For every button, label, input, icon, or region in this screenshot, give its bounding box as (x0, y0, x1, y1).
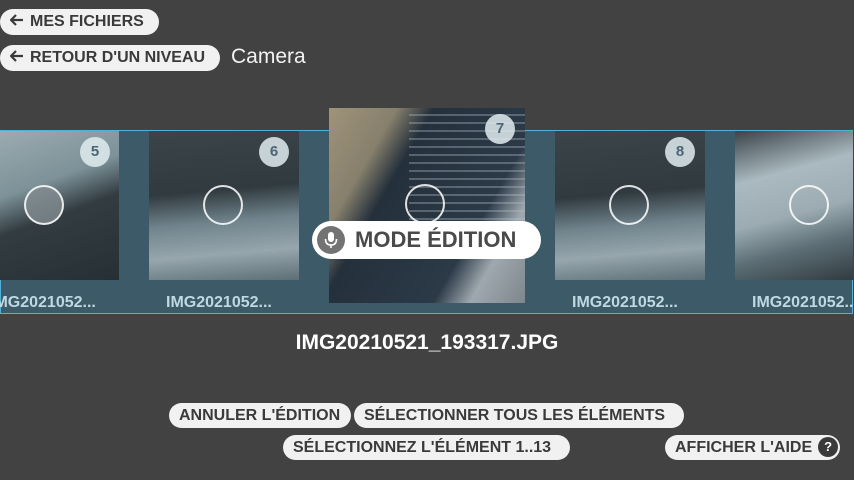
up-one-level-label: RETOUR D'UN NIVEAU (30, 49, 206, 66)
select-range-button[interactable]: SÉLECTIONNEZ L'ÉLÉMENT 1..13 (283, 435, 570, 460)
item-index-badge: 8 (665, 137, 695, 167)
thumbnail-caption: IMG2021052... (166, 294, 272, 311)
show-help-button[interactable]: AFFICHER L'AIDE? (665, 435, 840, 460)
select-all-button[interactable]: SÉLECTIONNER TOUS LES ÉLÉMENTS (354, 403, 684, 428)
current-folder-title: Camera (231, 45, 306, 68)
selection-circle[interactable] (203, 185, 243, 225)
item-index-badge: 7 (485, 114, 515, 144)
selected-filename: IMG20210521_193317.JPG (295, 331, 559, 354)
microphone-icon (317, 226, 345, 254)
thumbnail-caption: IMG2021052... (572, 294, 678, 311)
my-files-label: MES FICHIERS (30, 13, 144, 30)
selection-circle[interactable] (405, 184, 445, 224)
show-help-label: AFFICHER L'AIDE (675, 439, 813, 456)
cancel-edit-label: ANNULER L'ÉDITION (179, 407, 341, 424)
arrow-left-icon (9, 45, 24, 71)
help-icon: ? (818, 436, 839, 457)
selection-circle[interactable] (24, 185, 64, 225)
item-index-badge: 5 (80, 137, 110, 167)
edit-mode-label: MODE ÉDITION (355, 227, 517, 252)
select-range-label: SÉLECTIONNEZ L'ÉLÉMENT 1..13 (293, 439, 552, 456)
thumbnail-caption: IMG2021052... (0, 294, 96, 311)
my-files-button[interactable]: MES FICHIERS (0, 9, 159, 35)
select-all-label: SÉLECTIONNER TOUS LES ÉLÉMENTS (364, 407, 666, 424)
arrow-left-icon (9, 9, 24, 35)
edit-mode-indicator: MODE ÉDITION (312, 221, 541, 259)
thumbnail-caption: IMG2021052... (752, 294, 854, 311)
item-index-badge: 6 (259, 137, 289, 167)
up-one-level-button[interactable]: RETOUR D'UN NIVEAU (0, 45, 220, 71)
cancel-edit-button[interactable]: ANNULER L'ÉDITION (169, 403, 351, 428)
selection-circle[interactable] (609, 185, 649, 225)
selection-circle[interactable] (789, 185, 829, 225)
